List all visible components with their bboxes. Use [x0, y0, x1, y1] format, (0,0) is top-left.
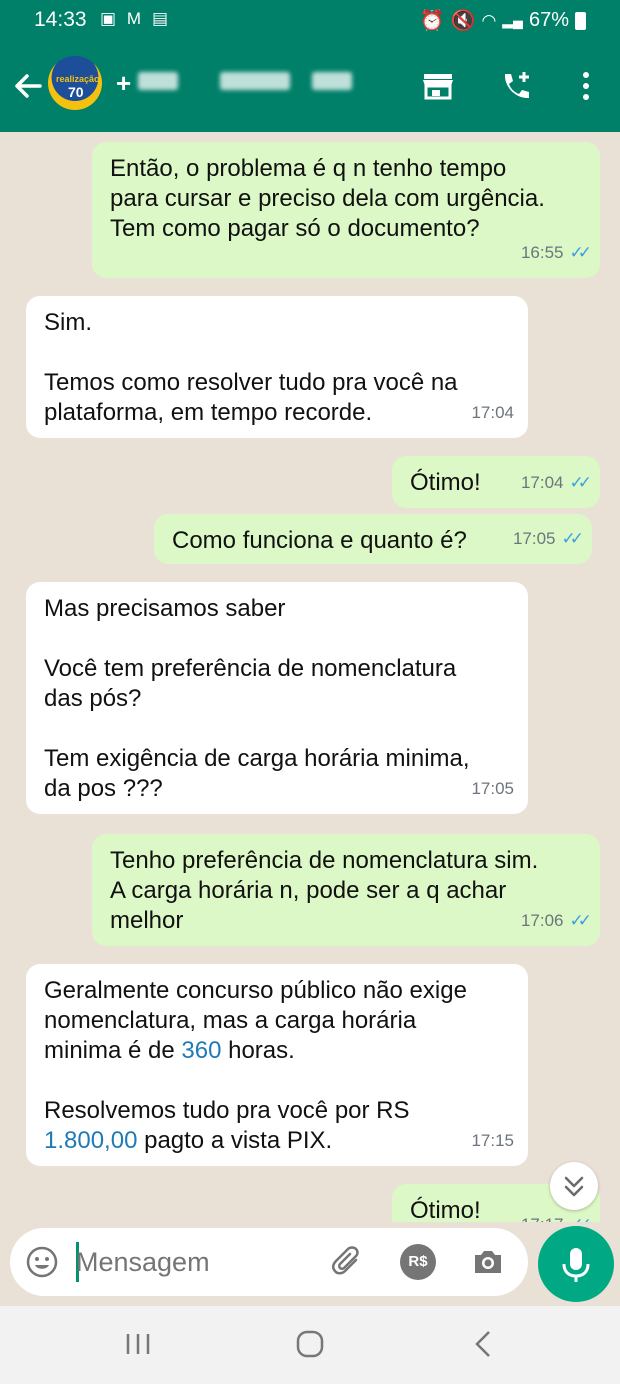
avatar-text: realização: [56, 74, 100, 84]
arrow-left-icon[interactable]: [10, 66, 46, 106]
message-in[interactable]: Geralmente concurso público não exige no…: [26, 964, 528, 1166]
add-call-icon[interactable]: [496, 66, 536, 106]
message-list[interactable]: Então, o problema é q n tenho tempo para…: [0, 132, 620, 1222]
message-text-part: pagto a vista PIX.: [137, 1127, 333, 1154]
message-out[interactable]: Então, o problema é q n tenho tempo para…: [92, 142, 600, 278]
number-link[interactable]: 360: [181, 1037, 221, 1064]
chevron-double-down-icon: [564, 1176, 584, 1197]
more-vert-icon[interactable]: [566, 66, 606, 106]
mute-icon: 🔇: [450, 10, 476, 32]
message-text: Mas precisamos saber Você tem preferênci…: [44, 595, 470, 802]
wifi-icon: ◠: [481, 10, 497, 30]
message-text: Então, o problema é q n tenho tempo para…: [110, 155, 545, 242]
message-in[interactable]: Mas precisamos saber Você tem preferênci…: [26, 582, 528, 814]
emoji-icon[interactable]: [24, 1244, 60, 1280]
avatar-number: 70: [68, 84, 84, 100]
chat-header: realização 70 +: [0, 40, 620, 132]
camera-icon[interactable]: [470, 1244, 506, 1280]
read-ticks-icon: ✓✓: [561, 529, 584, 548]
message-composer: R$: [10, 1228, 528, 1296]
payment-icon[interactable]: R$: [400, 1244, 436, 1280]
message-input[interactable]: [76, 1244, 316, 1280]
message-text: Geralmente concurso público não exige no…: [44, 976, 510, 1156]
battery-icon: [575, 11, 586, 30]
message-text: Tenho preferência de nomenclatura sim. A…: [110, 847, 539, 934]
message-time: 17:05: [512, 529, 556, 548]
redacted-contact: [312, 72, 352, 90]
status-bar: 14:33 ▣ M ▤ ⏰ 🔇 ◠ ▂▄ 67%: [0, 0, 620, 40]
battery-percent: 67%: [528, 9, 569, 31]
message-in[interactable]: Sim. Temos como resolver tudo pra você n…: [26, 296, 528, 438]
redacted-contact: [138, 72, 178, 90]
read-ticks-icon: ✓✓: [569, 911, 592, 930]
scroll-to-bottom-button[interactable]: [550, 1162, 598, 1210]
signal-icon: ▂▄: [502, 12, 523, 28]
message-time: 17:05: [471, 779, 514, 798]
message-time: 17:15: [471, 1131, 514, 1150]
message-out[interactable]: Como funciona e quanto é? 17:05 ✓✓: [154, 514, 592, 564]
number-link[interactable]: 1.800,00: [44, 1127, 137, 1154]
store-icon[interactable]: [418, 66, 458, 106]
message-time: 17:06: [520, 911, 564, 930]
gmail-notification-icon: M: [126, 9, 142, 28]
system-icons: ⏰ 🔇 ◠ ▂▄ 67%: [420, 8, 586, 33]
read-ticks-icon: ✓✓: [570, 1210, 592, 1222]
app-notification-icon: ▤: [151, 9, 169, 28]
back-nav-icon[interactable]: [464, 1324, 504, 1364]
message-time: 17:17: [521, 1210, 564, 1222]
message-text: Sim. Temos como resolver tudo pra você n…: [44, 309, 458, 426]
status-time: 14:33: [34, 8, 87, 31]
mic-button[interactable]: [538, 1226, 614, 1302]
gallery-notification-icon: ▣: [99, 9, 117, 28]
home-icon[interactable]: [290, 1324, 330, 1364]
redacted-contact: [220, 72, 290, 90]
system-nav-bar: [0, 1306, 620, 1384]
contact-name[interactable]: +: [116, 68, 131, 99]
read-ticks-icon: ✓✓: [569, 243, 592, 262]
contact-avatar[interactable]: realização 70: [48, 56, 102, 110]
notification-icons: ▣ M ▤: [98, 9, 170, 29]
message-time: 16:55: [520, 243, 564, 262]
message-time: 17:04: [471, 403, 514, 422]
paperclip-icon[interactable]: [330, 1244, 366, 1280]
mic-icon: [562, 1248, 590, 1282]
message-out[interactable]: Tenho preferência de nomenclatura sim. A…: [92, 834, 600, 946]
recent-apps-icon[interactable]: [118, 1324, 158, 1364]
message-time: 17:04: [520, 473, 564, 492]
message-out[interactable]: Ótimo! 17:04 ✓✓: [392, 456, 600, 508]
read-ticks-icon: ✓✓: [569, 473, 592, 492]
alarm-icon: ⏰: [419, 10, 445, 32]
